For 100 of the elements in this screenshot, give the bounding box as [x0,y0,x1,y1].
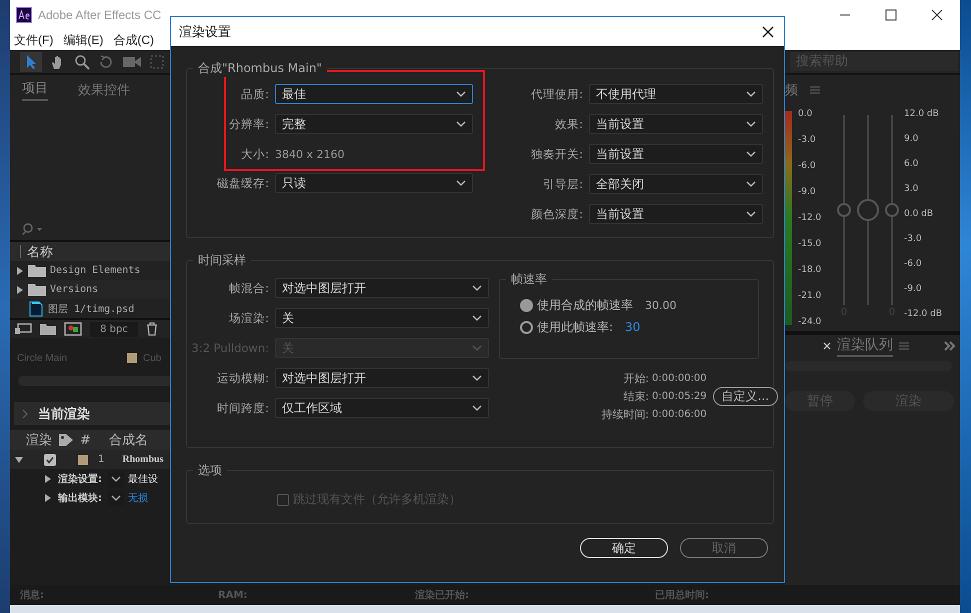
search-icon[interactable] [74,54,90,70]
time-value: 0:00:00:00 [652,373,707,384]
checkbox[interactable] [44,454,56,466]
frame-rate-input[interactable]: 30 [625,320,640,334]
scale-label: -9.0 [904,284,923,294]
photoshop-file-icon [28,300,44,316]
collapse-arrow-icon[interactable] [14,456,24,464]
setting-link[interactable]: 无损 [128,490,148,504]
field-label: 颜色深度: [530,206,584,222]
search-icon[interactable] [22,222,44,236]
group-title: 合成"Rhombus Main" [193,60,327,77]
custom-button[interactable]: 自定义... [712,387,778,406]
radio-label[interactable]: 使用合成的帧速率 [537,296,633,314]
dropdown[interactable]: 不使用代理 [589,84,763,104]
panel-tab[interactable]: 效果控件 [78,81,130,99]
file-name[interactable]: Design Elements [50,265,140,276]
item-number: 1 [98,454,104,465]
expand-arrow-icon[interactable] [16,286,24,294]
file-name[interactable]: Versions [50,284,98,295]
close-icon[interactable] [931,9,943,21]
scale-label: 6.0 [904,159,920,169]
scale-label: -9.0 [798,187,817,197]
slider-thumb[interactable] [885,203,899,217]
field-label: 效果: [554,116,584,132]
radio-button[interactable] [520,298,533,312]
radio-label[interactable]: 使用此帧速率: [537,318,614,336]
column-header: # [80,432,91,448]
time-label: 结束: [623,389,649,404]
expand-arrow-icon[interactable] [16,266,24,274]
caret-icon [472,315,482,321]
scale-label: 9.0 [904,134,920,144]
scale-label: -12.0 dB [904,309,942,319]
expand-arrow-icon[interactable] [44,494,52,502]
dropdown[interactable]: 对选中图层打开 [275,278,489,298]
menu-icon[interactable] [810,86,820,94]
dropdown[interactable]: 当前设置 [589,114,763,134]
maximize-icon[interactable] [885,9,897,21]
rotate-icon[interactable] [98,54,114,70]
scale-label: -24.0 [798,317,822,327]
new-composition-icon[interactable] [64,322,82,336]
field-label: 分辨率: [228,116,270,132]
caret-icon [456,180,466,186]
app-logo-icon [16,7,32,23]
dropdown[interactable]: 完整 [275,114,473,134]
time-label: 持续时间: [601,407,649,422]
more-panels-icon[interactable] [944,341,956,351]
panel-tab[interactable]: 频 [785,81,798,99]
field-label: 场渲染: [228,310,270,326]
panel-tab[interactable]: 项目 [22,79,48,101]
group-title: 帧速率 [506,271,552,288]
folder-icon [28,264,46,277]
caret-icon [472,405,482,411]
dropdown[interactable]: 全部关闭 [589,174,763,194]
trash-icon[interactable] [146,322,158,336]
column-header: 名称 [27,244,53,260]
menu-icon[interactable] [899,342,909,350]
field-label: 磁盘缓存: [216,176,270,190]
scale-label: 0.0 dB [904,209,934,219]
caret-icon [472,375,482,381]
section-title: 当前渲染 [38,406,90,422]
caret-icon [746,211,756,217]
caret-icon [456,121,466,127]
dropdown[interactable]: 当前设置 [589,204,763,224]
expand-arrow-icon[interactable] [44,474,52,482]
setting-label: 输出模块: [58,492,102,504]
dropdown[interactable]: 最佳 [275,84,473,104]
dialog-title: 渲染设置 [179,24,231,40]
caret-icon [746,121,756,127]
folder-icon[interactable] [40,323,56,335]
dropdown[interactable]: 当前设置 [589,144,763,164]
field-label: 运动模糊: [216,370,270,386]
dropdown[interactable]: 对选中图层打开 [275,368,489,388]
slider-thumb[interactable] [857,199,879,221]
radio-button[interactable] [520,320,533,334]
scale-label: -3.0 [798,135,817,145]
dropdown[interactable]: 关 [275,308,489,328]
scale-label: -3.0 [904,234,923,244]
ok-button[interactable]: 确定 [580,538,668,558]
camera-icon[interactable] [122,54,142,68]
field-label: 时间跨度: [216,400,270,416]
menu-item[interactable]: 编辑(E) [63,32,104,48]
caret-icon [111,476,121,482]
scale-label: -6.0 [904,259,923,269]
slider-thumb[interactable] [837,203,851,217]
close-icon [762,26,774,38]
interpret-footage-icon[interactable] [14,323,32,335]
setting-label: 渲染设置: [58,472,102,486]
scale-label: -6.0 [798,161,817,171]
menu-item[interactable]: 合成(C) [113,32,154,48]
bit-depth-button[interactable]: 8 bpc [90,322,138,336]
arrow-icon[interactable] [25,54,37,70]
size-value: 3840 x 2160 [275,148,344,160]
dropdown[interactable]: 只读 [275,173,473,193]
menu-item[interactable]: 文件(F) [14,32,54,48]
scale-label: -15.0 [798,239,822,249]
dropdown[interactable]: 仅工作区域 [275,398,489,418]
caret-icon [472,285,482,291]
setting-value[interactable]: 最佳设 [128,472,158,486]
file-name[interactable]: 图层 1/timg.psd [48,302,134,316]
panel-tab[interactable]: 渲染队列 [837,336,893,356]
